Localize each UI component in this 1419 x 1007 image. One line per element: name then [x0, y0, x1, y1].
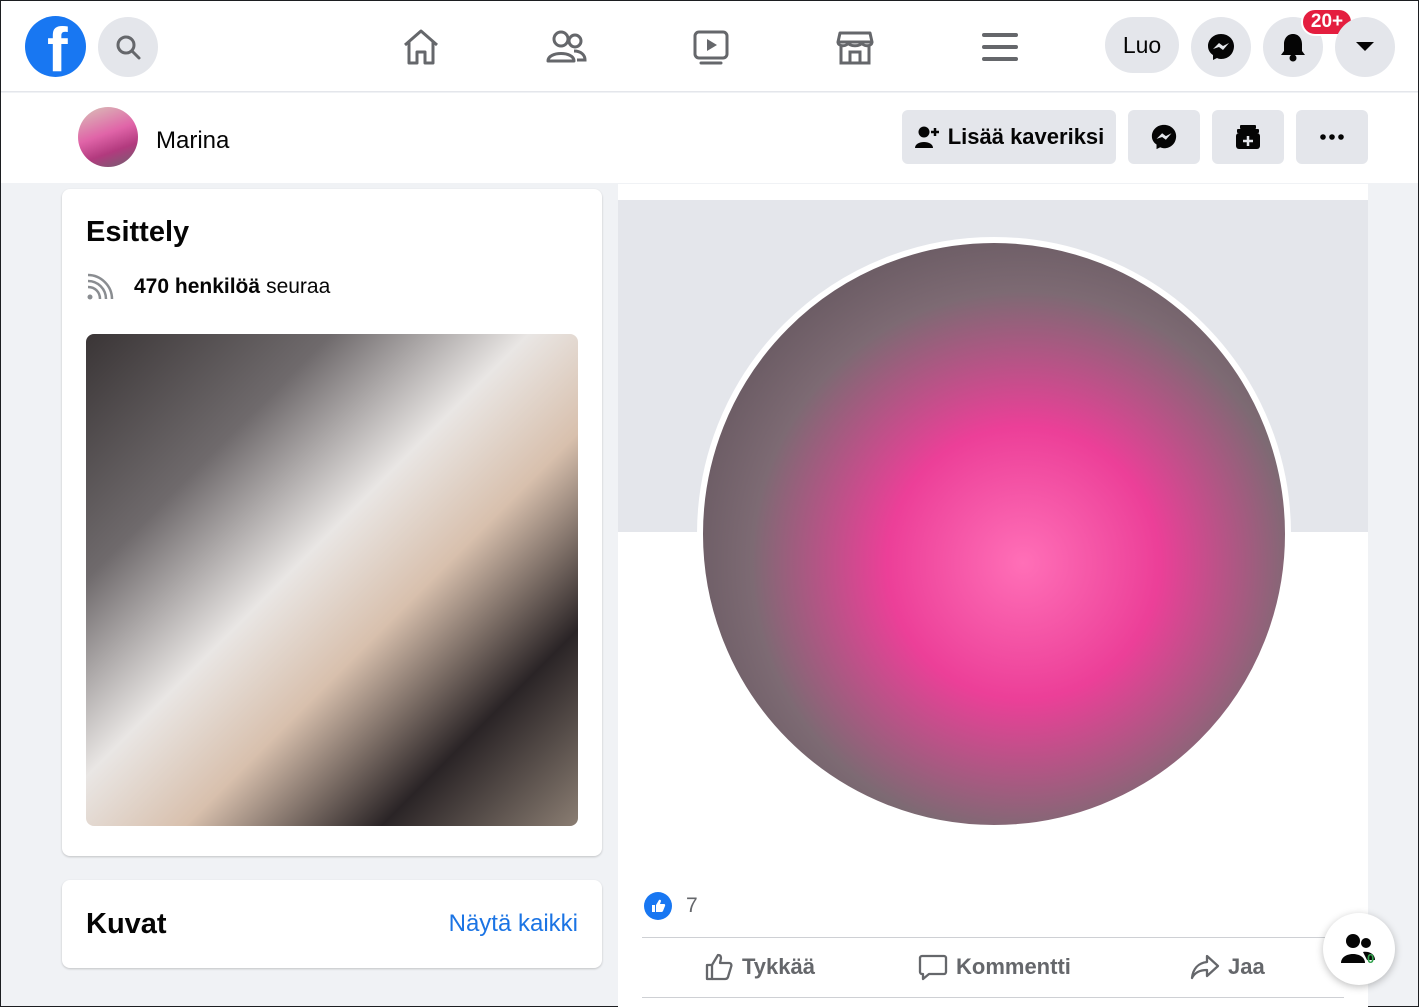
friends-icon	[546, 30, 587, 63]
followers-suffix: seuraa	[266, 275, 331, 298]
add-friend-label: Lisää kaveriksi	[947, 124, 1105, 149]
home-icon	[404, 29, 438, 65]
top-navigation-bar: f Luo 20+	[1, 1, 1418, 92]
photos-title: Kuvat	[86, 908, 167, 940]
story-button[interactable]	[1212, 110, 1284, 164]
search-icon	[116, 35, 141, 60]
intro-title: Esittely	[86, 216, 190, 248]
rss-icon	[87, 273, 114, 300]
add-friend-button[interactable]: Lisää kaveriksi	[902, 110, 1116, 164]
followers-count[interactable]: 470 henkilöä	[134, 275, 260, 299]
photos-card: Kuvat Näytä kaikki	[62, 880, 602, 968]
more-icon	[1320, 134, 1344, 140]
comment-button[interactable]: Kommentti	[918, 952, 1071, 982]
thumbs-up-icon	[705, 953, 733, 981]
watch-icon	[693, 30, 729, 65]
profile-name[interactable]: Marina	[156, 127, 229, 155]
more-options-button[interactable]	[1296, 110, 1368, 164]
message-button[interactable]	[1128, 110, 1200, 164]
profile-header-bar: Marina Lisää kaveriksi	[1, 93, 1418, 183]
facebook-logo[interactable]: f	[25, 16, 86, 77]
logo-letter: f	[47, 16, 68, 78]
followers-row: 470 henkilöä seuraa	[86, 273, 330, 301]
marketplace-icon	[836, 31, 874, 65]
add-friend-icon	[914, 126, 939, 148]
like-reaction-icon	[644, 892, 672, 920]
nav-home[interactable]	[399, 25, 443, 69]
messenger-icon	[1208, 34, 1234, 60]
menu-icon	[982, 33, 1018, 61]
bottom-divider	[642, 997, 1344, 998]
share-label: Jaa	[1228, 954, 1265, 979]
contacts-fab[interactable]: 0	[1323, 913, 1395, 985]
messenger-icon	[1151, 124, 1177, 150]
featured-photo[interactable]	[86, 334, 578, 826]
caret-down-icon	[1356, 42, 1374, 51]
messenger-button[interactable]	[1191, 17, 1251, 77]
comment-label: Kommentti	[956, 954, 1071, 979]
share-icon	[1190, 954, 1220, 980]
avatar[interactable]	[78, 107, 138, 167]
search-button[interactable]	[98, 17, 158, 77]
nav-watch[interactable]	[689, 25, 733, 69]
comment-icon	[918, 954, 948, 981]
contacts-online-count: 0	[1367, 951, 1375, 966]
nav-menu[interactable]	[978, 25, 1022, 69]
like-count: 7	[686, 894, 698, 917]
nav-marketplace[interactable]	[833, 25, 877, 69]
nav-friends[interactable]	[544, 25, 588, 69]
profile-picture[interactable]	[697, 237, 1291, 831]
badge-count: 20+	[1310, 11, 1344, 32]
intro-card: Esittely 470 henkilöä seuraa	[62, 189, 602, 856]
profile-picture-post: 7 Tykkää Kommentti Jaa	[618, 184, 1368, 1007]
reactions-summary[interactable]: 7	[644, 892, 698, 920]
actions-divider	[642, 937, 1344, 938]
add-story-icon	[1236, 125, 1260, 149]
share-button[interactable]: Jaa	[1190, 952, 1265, 982]
create-label: Luo	[1122, 31, 1162, 58]
create-button[interactable]: Luo	[1105, 17, 1179, 73]
account-button[interactable]	[1335, 17, 1395, 77]
see-all-photos-link[interactable]: Näytä kaikki	[449, 910, 578, 938]
bell-icon	[1281, 34, 1305, 62]
like-button[interactable]: Tykkää	[704, 952, 815, 982]
like-label: Tykkää	[742, 954, 815, 979]
